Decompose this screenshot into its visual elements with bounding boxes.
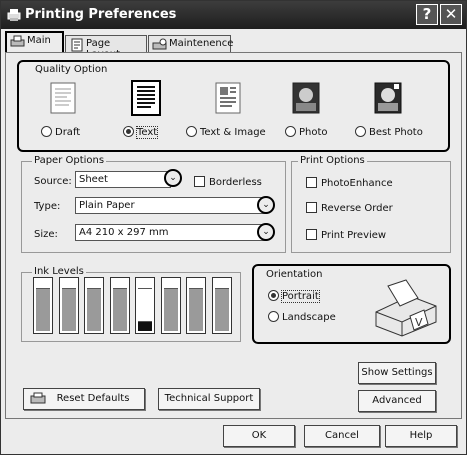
ink-cartridge	[186, 277, 206, 334]
printing-preferences-window: Printing Preferences ? ✕ Main Page Layou…	[0, 0, 467, 455]
technical-support-button[interactable]: Technical Support	[158, 388, 260, 410]
reverse-order-checkbox[interactable]: Reverse Order	[306, 202, 393, 214]
ink-level-fill	[36, 288, 50, 331]
svg-text:V: V	[415, 316, 423, 329]
help-title-button[interactable]: ?	[416, 4, 438, 25]
tab-main-label: Main	[27, 35, 51, 46]
maintenance-icon	[152, 38, 167, 50]
quality-photo-label: Photo	[299, 127, 328, 138]
best-photo-page-icon	[374, 82, 402, 114]
quality-best-photo-label: Best Photo	[369, 127, 423, 138]
ink-level-fill	[189, 288, 203, 331]
orientation-group: Orientation Portrait Landscape V	[252, 264, 451, 344]
photoenhance-label: PhotoEnhance	[321, 178, 393, 189]
reverse-order-label: Reverse Order	[321, 203, 393, 214]
show-settings-button[interactable]: Show Settings	[358, 362, 436, 384]
printer-icon	[7, 9, 21, 21]
quality-option-label: Quality Option	[35, 64, 108, 75]
print-preview-check-box[interactable]	[306, 229, 317, 240]
landscape-label: Landscape	[282, 312, 336, 323]
ink-cartridge	[135, 277, 155, 334]
quality-option-group: Quality Option Draft Text Text & Image P…	[17, 60, 450, 152]
type-select[interactable]: Plain Paper	[75, 197, 267, 214]
size-label: Size:	[34, 229, 58, 240]
ink-level-fill	[163, 288, 178, 331]
text-image-page-icon	[215, 82, 241, 114]
ink-cartridge	[58, 277, 79, 334]
quality-draft-radio[interactable]: Draft	[41, 126, 80, 138]
source-select[interactable]: Sheet	[75, 171, 171, 188]
photoenhance-checkbox[interactable]: PhotoEnhance	[306, 177, 393, 189]
orientation-landscape-radio[interactable]: Landscape	[268, 311, 336, 323]
quality-text-radio[interactable]: Text	[123, 126, 159, 139]
reset-defaults-button[interactable]: Reset Defaults	[23, 388, 145, 410]
borderless-checkbox[interactable]: Borderless	[194, 176, 262, 188]
tab-maintenence-label: Maintenence	[169, 38, 234, 49]
quality-best-photo-radio[interactable]: Best Photo	[355, 126, 423, 138]
ok-button[interactable]: OK	[223, 425, 295, 447]
orientation-portrait-radio[interactable]: Portrait	[268, 290, 320, 303]
title-bar: Printing Preferences ? ✕	[1, 1, 466, 29]
ink-cartridge	[211, 277, 232, 334]
advanced-button[interactable]: Advanced	[358, 390, 436, 412]
radio-photo-circle[interactable]	[285, 126, 296, 137]
size-select[interactable]: A4 210 x 297 mm	[75, 224, 267, 241]
reset-printer-icon	[30, 392, 46, 404]
chevron-down-icon: ⌄	[169, 173, 177, 183]
radio-text-image-circle[interactable]	[186, 126, 197, 137]
ink-level-fill	[214, 288, 229, 331]
quality-draft-label: Draft	[55, 127, 81, 138]
tab-maintenence[interactable]: Maintenence	[148, 35, 234, 53]
ink-levels-group: Ink Levels	[21, 266, 241, 342]
ink-cartridge	[160, 277, 181, 334]
tab-page-layout[interactable]: Page Layout	[65, 35, 147, 60]
cancel-button[interactable]: Cancel	[304, 425, 380, 447]
quality-photo-radio[interactable]: Photo	[285, 126, 328, 138]
type-label: Type:	[34, 201, 61, 212]
printer-tab-icon	[10, 35, 25, 47]
portrait-label: Portrait	[281, 290, 320, 303]
print-preview-checkbox[interactable]: Print Preview	[306, 229, 386, 241]
paper-options-label: Paper Options	[32, 155, 107, 166]
photoenhance-check-box[interactable]	[306, 177, 317, 188]
radio-best-photo-circle[interactable]	[355, 126, 366, 137]
ink-cartridge	[109, 277, 130, 334]
ink-level-fill	[112, 288, 127, 331]
source-label: Source:	[34, 176, 72, 187]
text-page-icon[interactable]	[131, 80, 161, 116]
borderless-check-box[interactable]	[194, 176, 205, 187]
ink-cartridge	[84, 277, 104, 334]
printer-preview-icon: V	[375, 279, 437, 337]
quality-text-label: Text	[135, 126, 159, 139]
orientation-label: Orientation	[266, 269, 323, 280]
reverse-order-check-box[interactable]	[306, 202, 317, 213]
page-layout-icon	[71, 38, 83, 52]
black-ink-level-fill	[138, 321, 152, 331]
radio-portrait-circle[interactable]	[268, 290, 279, 301]
size-dropdown-button[interactable]: ⌄	[257, 223, 275, 241]
ink-cartridge	[33, 277, 53, 334]
reset-defaults-label: Reset Defaults	[56, 393, 130, 404]
ink-level-fill	[87, 288, 101, 331]
radio-landscape-circle[interactable]	[268, 311, 279, 322]
borderless-label: Borderless	[209, 177, 262, 188]
radio-draft-circle[interactable]	[41, 126, 52, 137]
print-options-label: Print Options	[298, 155, 367, 166]
help-button[interactable]: Help	[385, 425, 457, 447]
chevron-down-icon: ⌄	[262, 227, 270, 237]
draft-page-icon	[50, 82, 76, 114]
close-window-button[interactable]: ✕	[440, 4, 462, 25]
ink-level-fill	[61, 288, 76, 331]
print-preview-label: Print Preview	[321, 230, 387, 241]
source-dropdown-button[interactable]: ⌄	[164, 169, 182, 187]
ink-levels-label: Ink Levels	[32, 266, 86, 277]
quality-text-image-label: Text & Image	[200, 127, 266, 138]
photo-page-icon	[292, 82, 320, 114]
tab-main[interactable]: Main	[5, 31, 64, 53]
window-title: Printing Preferences	[25, 7, 177, 22]
radio-text-circle[interactable]	[123, 126, 134, 137]
type-dropdown-button[interactable]: ⌄	[257, 196, 275, 214]
chevron-down-icon: ⌄	[262, 200, 270, 210]
quality-text-image-radio[interactable]: Text & Image	[186, 126, 266, 138]
